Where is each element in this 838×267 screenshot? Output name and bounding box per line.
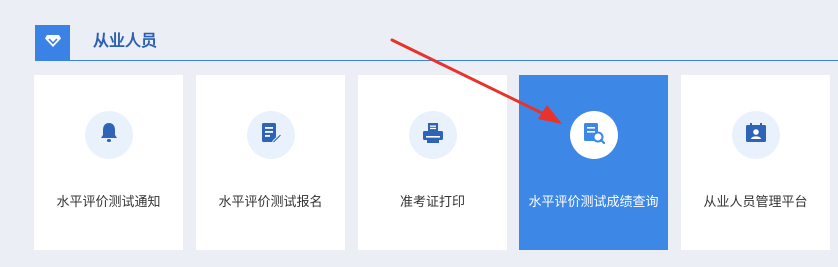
edit-document-icon	[260, 122, 282, 148]
card-label: 水平评价测试报名	[218, 195, 323, 210]
icon-circle	[408, 111, 457, 159]
diamond-icon	[44, 33, 62, 52]
card-label: 从业人员管理平台	[703, 195, 808, 210]
icon-circle	[731, 111, 780, 159]
card-score-inquiry[interactable]: 水平评价测试成绩查询	[519, 75, 668, 250]
icon-circle	[84, 111, 133, 159]
printer-icon	[422, 122, 444, 148]
card-admission-ticket-print[interactable]: 准考证打印	[358, 75, 507, 250]
section-title: 从业人员	[93, 31, 158, 50]
card-label: 水平评价测试成绩查询	[528, 195, 659, 210]
document-search-icon	[583, 122, 605, 148]
card-grid: 水平评价测试通知 水平评价测试报名 准考证打印 水平评价测试成绩查询 从业人员管…	[0, 75, 838, 250]
card-test-registration[interactable]: 水平评价测试报名	[196, 75, 345, 250]
card-label: 准考证打印	[399, 195, 465, 210]
id-card-icon	[745, 122, 767, 148]
card-test-notice[interactable]: 水平评价测试通知	[34, 75, 183, 250]
section-badge	[35, 25, 70, 60]
bell-icon	[99, 122, 119, 148]
icon-circle	[246, 111, 295, 159]
card-label: 水平评价测试通知	[56, 195, 161, 210]
icon-circle	[569, 111, 618, 159]
card-personnel-platform[interactable]: 从业人员管理平台	[681, 75, 830, 250]
section-header: 从业人员	[0, 0, 838, 62]
section-divider	[35, 60, 838, 61]
